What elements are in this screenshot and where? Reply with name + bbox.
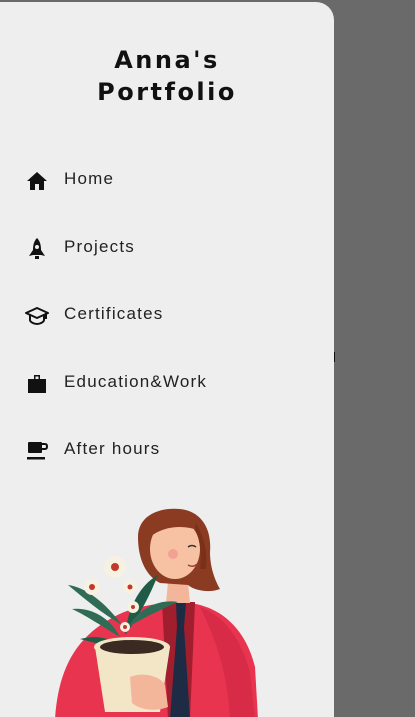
nav-item-home[interactable]: Home [0,160,334,228]
brand-title[interactable]: Anna's Portfolio [0,44,334,108]
home-icon [27,172,47,190]
nav-label-projects: Projects [64,236,136,256]
brand-title-line-1: Anna's [114,46,220,74]
rocket-icon [29,237,45,259]
briefcase-icon [28,374,46,393]
brand-title-line-2: Portfolio [97,78,237,106]
coffee-cup-icon [27,442,49,460]
nav-label-home: Home [64,169,115,188]
nav-item-certificates[interactable]: Certificates [0,295,334,363]
nav-item-education-work[interactable]: Education&Work [0,363,334,431]
nav-menu: Home Projects Certificates Education&Wor… [0,160,334,498]
nav-item-after-hours[interactable]: After hours [0,430,334,498]
nav-label-after-hours: After hours [64,439,161,458]
graduation-cap-icon [25,307,49,326]
nav-label-certificates: Certificates [64,304,164,323]
woman-with-plant-illustration [55,508,258,717]
nav-label-education-work: Education&Work [64,371,208,391]
nav-item-projects[interactable]: Projects [0,228,334,296]
navigation-drawer: Anna's Portfolio Home Projects Certifica… [0,2,334,717]
